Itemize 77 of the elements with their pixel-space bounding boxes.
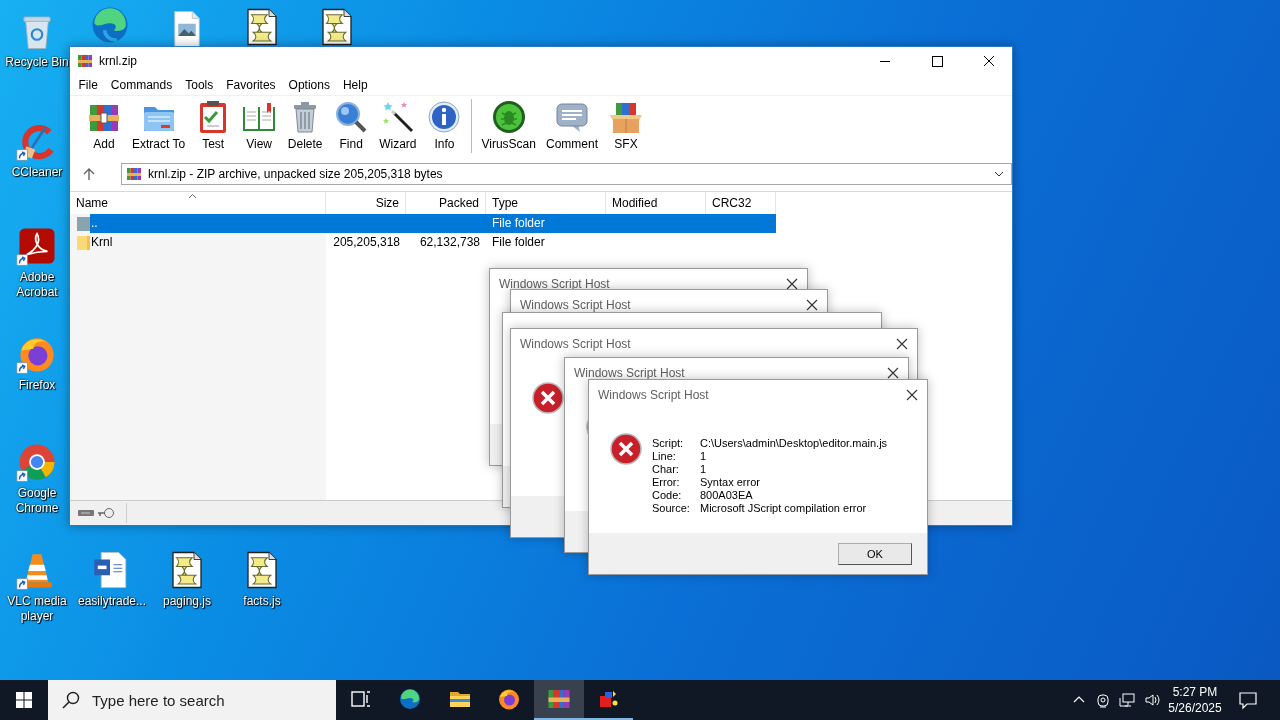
search-field[interactable]: Type here to search: [48, 680, 336, 720]
menu-item[interactable]: Favorites: [219, 75, 283, 95]
field-value: 800A03EA: [700, 489, 754, 502]
field-label: Script:: [652, 437, 685, 450]
close-icon[interactable]: [786, 278, 798, 290]
table-cell-text: 205,205,318: [332, 234, 401, 251]
address-bar[interactable]: krnl.zip - ZIP archive, unpacked size 205,205,318 bytes: [121, 163, 1012, 185]
toolbar-button[interactable]: Info: [421, 99, 468, 151]
address-text: krnl.zip - ZIP archive, unpacked size 205,205,318 bytes: [148, 167, 444, 181]
network-icon[interactable]: [1119, 692, 1135, 708]
close-icon[interactable]: [906, 389, 918, 401]
archive-icon: [546, 687, 571, 711]
toolbar-button[interactable]: Delete: [282, 99, 329, 151]
toolbar-button[interactable]: SFX: [603, 99, 649, 151]
bug-icon: [490, 99, 527, 135]
close-icon[interactable]: [887, 367, 899, 379]
toolbar-button[interactable]: Extract To: [127, 99, 191, 151]
drive-icon: [78, 509, 94, 517]
toolbar-button[interactable]: VirusScan: [476, 99, 541, 151]
field-value: C:\Users\admin\Desktop\editor.main.js: [700, 437, 888, 450]
field-label: Line:: [652, 450, 677, 463]
toolbar-button[interactable]: Comment: [540, 99, 603, 151]
windows-logo-icon[interactable]: [16, 692, 32, 708]
dialog-title: Windows Script Host: [520, 337, 632, 351]
dialog-title: Windows Script Host: [520, 298, 632, 312]
menu-item[interactable]: Options: [282, 75, 337, 95]
dialog-title: Windows Script Host: [574, 366, 686, 380]
window-title: krnl.zip: [99, 54, 138, 68]
dialog-title: Windows Script Host: [598, 388, 710, 402]
field-label: Error:: [652, 476, 681, 489]
taskbar-button[interactable]: [534, 680, 584, 720]
dialog-title: Windows Script Host: [499, 277, 611, 291]
field-value: 1: [700, 450, 708, 463]
notification-icon[interactable]: [1238, 690, 1258, 710]
field-label: Char:: [652, 463, 680, 476]
toolbar-button[interactable]: Add: [81, 99, 127, 151]
menu-item[interactable]: File: [72, 75, 105, 95]
table-cell-text: File folder: [491, 215, 546, 232]
clock-date[interactable]: 5/26/2025: [1168, 700, 1222, 716]
close-icon[interactable]: [896, 338, 908, 350]
menu-item[interactable]: Help: [336, 75, 375, 95]
browser-icon: [497, 687, 522, 711]
toolbar-button[interactable]: Wizard: [374, 99, 422, 151]
sort-icon: [188, 193, 197, 199]
ok-button[interactable]: OK: [838, 542, 912, 565]
table-cell-text: File folder: [491, 234, 546, 251]
field-value: 1: [700, 463, 708, 476]
field-label: Source:: [652, 502, 691, 515]
search-icon: [62, 691, 80, 709]
error-icon: [610, 433, 642, 465]
archive-icon: [126, 166, 142, 182]
close-icon[interactable]: [806, 299, 818, 311]
toolbar-button[interactable]: View: [236, 99, 283, 151]
browser-icon: [398, 687, 423, 711]
camera-icon[interactable]: [1095, 692, 1111, 708]
file-row[interactable]: .. File folder: [90, 214, 776, 233]
menu-item[interactable]: Commands: [104, 75, 179, 95]
folder-icon: [77, 234, 90, 251]
file-row[interactable]: Krnl 205,205,318 62,132,738 File folder: [90, 233, 776, 252]
menu-item[interactable]: Tools: [178, 75, 220, 95]
table-cell-text: 62,132,738: [418, 234, 481, 251]
clock-time[interactable]: 5:27 PM: [1172, 684, 1218, 700]
parent-folder-icon: [77, 215, 90, 232]
toolbar-button[interactable]: Find: [328, 99, 375, 151]
toolbar-button[interactable]: Test: [190, 99, 237, 151]
table-cell-text: Krnl: [90, 234, 114, 251]
icon-label[interactable]: facts.js: [243, 594, 281, 609]
field-value: Syntax error: [700, 476, 761, 489]
search-input[interactable]: Type here to search: [92, 691, 322, 709]
field-label: Code:: [652, 489, 683, 502]
volume-icon[interactable]: [1143, 692, 1160, 708]
up-arrow-icon[interactable]: [82, 167, 96, 181]
key-icon: [97, 507, 115, 519]
info-icon: [426, 99, 463, 135]
table-cell-text: ..: [90, 215, 99, 232]
field-value: Microsoft JScript compilation error: [700, 502, 868, 515]
archive-icon: [77, 53, 93, 69]
